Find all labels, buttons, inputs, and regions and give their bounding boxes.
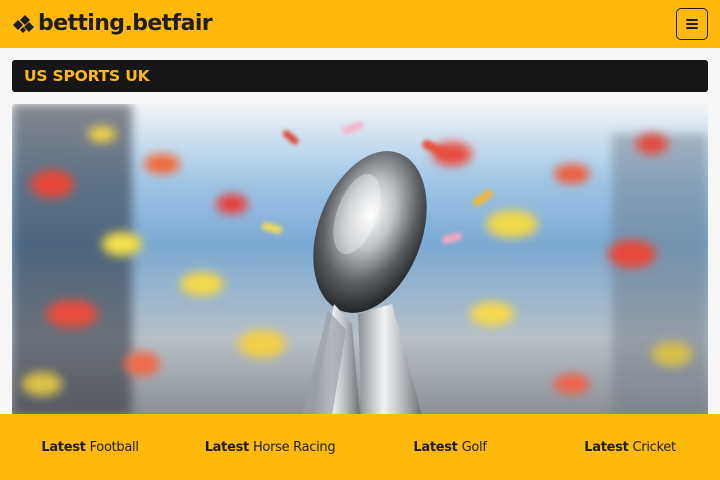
nav-label: Cricket [632, 439, 677, 455]
betfair-logo-link[interactable]: betting.betfair [12, 10, 213, 38]
section-header: US SPORTS UK [12, 60, 708, 92]
latest-horse-racing-link[interactable]: Latest Horse Racing [180, 414, 360, 480]
latest-football-link[interactable]: Latest Football [0, 414, 180, 480]
nav-label: Football [89, 439, 139, 455]
nav-prefix: Latest [584, 439, 629, 455]
top-header-bar: betting.betfair [0, 0, 720, 48]
menu-button[interactable] [676, 8, 708, 40]
bottom-nav-bar: Latest Football Latest Horse Racing Late… [0, 414, 720, 480]
latest-cricket-link[interactable]: Latest Cricket [540, 414, 720, 480]
nav-prefix: Latest [413, 439, 458, 455]
nav-prefix: Latest [204, 439, 250, 455]
trophy-image [12, 104, 708, 416]
hamburger-menu-icon [686, 19, 698, 29]
nav-label: Horse Racing [252, 439, 336, 455]
page-title: US SPORTS UK [24, 67, 150, 85]
nav-prefix: Latest [41, 439, 86, 455]
logo-text: betting.betfair [38, 11, 213, 36]
hero-image-trophy[interactable] [12, 104, 708, 416]
nav-label: Golf [461, 439, 487, 455]
betfair-logo-icon [13, 15, 34, 33]
latest-golf-link[interactable]: Latest Golf [360, 414, 540, 480]
